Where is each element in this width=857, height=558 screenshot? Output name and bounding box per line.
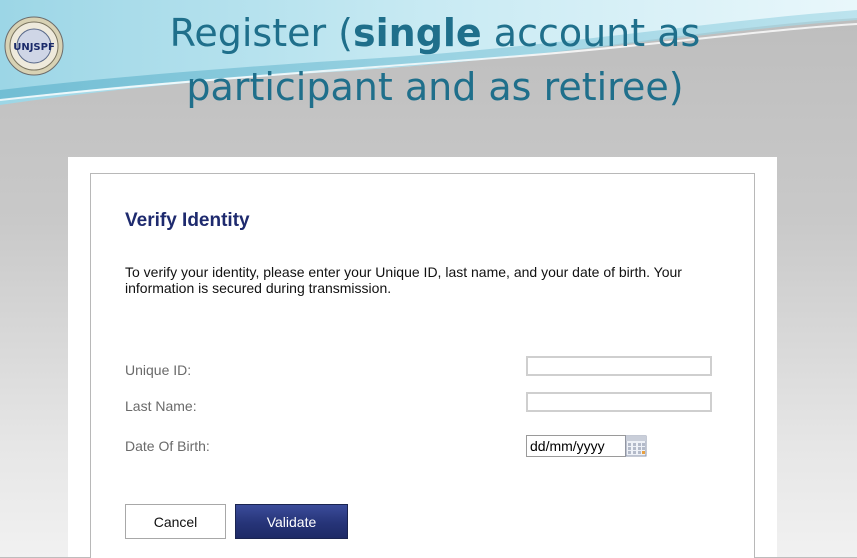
verify-identity-panel: Verify Identity To verify your identity,… — [90, 173, 755, 558]
validate-button[interactable]: Validate — [235, 504, 348, 539]
svg-text:UNJSPF: UNJSPF — [13, 42, 55, 53]
dob-picker — [526, 434, 647, 458]
unique-id-label: Unique ID: — [125, 362, 192, 378]
panel-heading: Verify Identity — [125, 210, 250, 231]
dob-input[interactable] — [526, 435, 626, 457]
dob-label: Date Of Birth: — [125, 438, 210, 454]
calendar-icon[interactable] — [625, 435, 647, 457]
slide-title: Register (single account as participant … — [150, 6, 720, 114]
last-name-label: Last Name: — [125, 398, 197, 414]
slide-title-emphasis: single — [353, 11, 482, 55]
cancel-button[interactable]: Cancel — [125, 504, 226, 539]
last-name-input[interactable] — [526, 392, 712, 412]
form-screenshot: Verify Identity To verify your identity,… — [68, 157, 777, 558]
unique-id-input[interactable] — [526, 356, 712, 376]
unjspf-seal-logo: UNJSPF — [4, 16, 64, 76]
slide-title-part1: Register ( — [169, 11, 353, 55]
instructions-text: To verify your identity, please enter yo… — [125, 264, 682, 296]
